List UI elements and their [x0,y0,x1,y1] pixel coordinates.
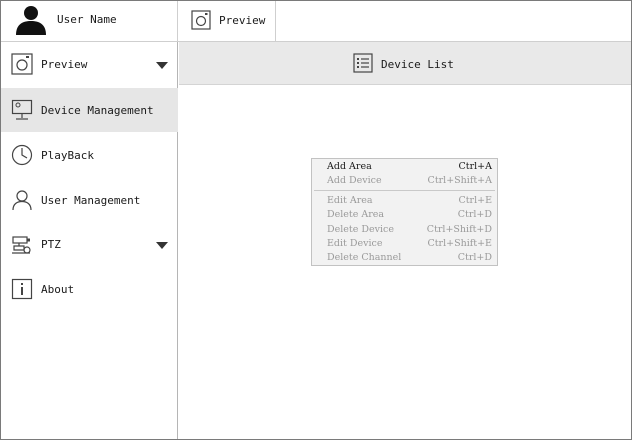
sidebar-item-label: PTZ [41,238,61,251]
menu-item-delete-channel[interactable]: Delete Channel Ctrl+D [312,251,497,265]
top-bar: User Name Preview [1,1,631,42]
chevron-down-icon[interactable] [156,62,168,69]
menu-item-label: Edit Area [327,195,373,206]
user-icon [12,190,32,211]
sidebar-item-user-management[interactable]: User Management [1,178,178,222]
sidebar-item-label: About [41,283,75,296]
device-list-header: Device List [179,42,631,85]
list-icon [353,53,373,73]
menu-item-label: Delete Channel [327,252,402,263]
menu-item-add-device[interactable]: Add Device Ctrl+Shift+A [312,174,497,188]
menu-item-shortcut: Ctrl+Shift+D [426,224,492,235]
menu-item-shortcut: Ctrl+A [458,161,493,172]
sidebar-item-preview[interactable]: Preview [1,42,178,86]
menu-item-shortcut: Ctrl+Shift+E [427,238,492,249]
tab-preview[interactable]: Preview [179,1,276,42]
menu-item-shortcut: Ctrl+D [457,252,492,263]
menu-item-label: Delete Device [327,224,394,235]
menu-item-shortcut: Ctrl+Shift+A [427,175,492,186]
menu-item-edit-area[interactable]: Edit Area Ctrl+E [312,194,497,208]
menu-item-add-area[interactable]: Add Area Ctrl+A [312,160,497,174]
app-window: User Name Preview Preview Device Managem… [0,0,632,440]
menu-item-label: Edit Device [327,238,383,249]
sidebar-item-label: PlayBack [41,149,94,162]
menu-item-shortcut: Ctrl+E [458,195,492,206]
user-panel[interactable]: User Name [1,1,178,42]
tab-preview-label: Preview [219,14,266,27]
menu-item-label: Add Device [327,175,382,186]
sidebar-item-label: Device Management [41,104,154,117]
menu-item-label: Add Area [327,161,372,172]
monitor-icon [11,99,33,120]
menu-item-edit-device[interactable]: Edit Device Ctrl+Shift+E [312,237,497,251]
sidebar-item-ptz[interactable]: PTZ [1,222,178,266]
camera-icon [11,53,33,75]
sidebar-item-device-management[interactable]: Device Management [1,88,178,132]
menu-item-delete-device[interactable]: Delete Device Ctrl+Shift+D [312,223,497,237]
ptz-camera-icon [12,236,31,254]
sidebar-item-label: Preview [41,58,88,71]
menu-separator [314,190,495,191]
camera-icon [191,10,211,30]
sidebar-item-playback[interactable]: PlayBack [1,133,178,177]
user-name: User Name [57,13,117,26]
menu-item-shortcut: Ctrl+D [457,209,492,220]
clock-icon [11,144,33,166]
device-list-title: Device List [381,58,454,71]
context-menu: Add Area Ctrl+A Add Device Ctrl+Shift+A … [311,158,498,266]
menu-item-label: Delete Area [327,209,385,220]
chevron-down-icon[interactable] [156,242,168,249]
sidebar-item-label: User Management [41,194,141,207]
user-avatar-icon [16,6,46,35]
sidebar: Preview Device Management PlayBack User … [1,42,178,439]
menu-item-delete-area[interactable]: Delete Area Ctrl+D [312,208,497,222]
info-icon [11,278,33,300]
sidebar-item-about[interactable]: About [1,267,178,311]
